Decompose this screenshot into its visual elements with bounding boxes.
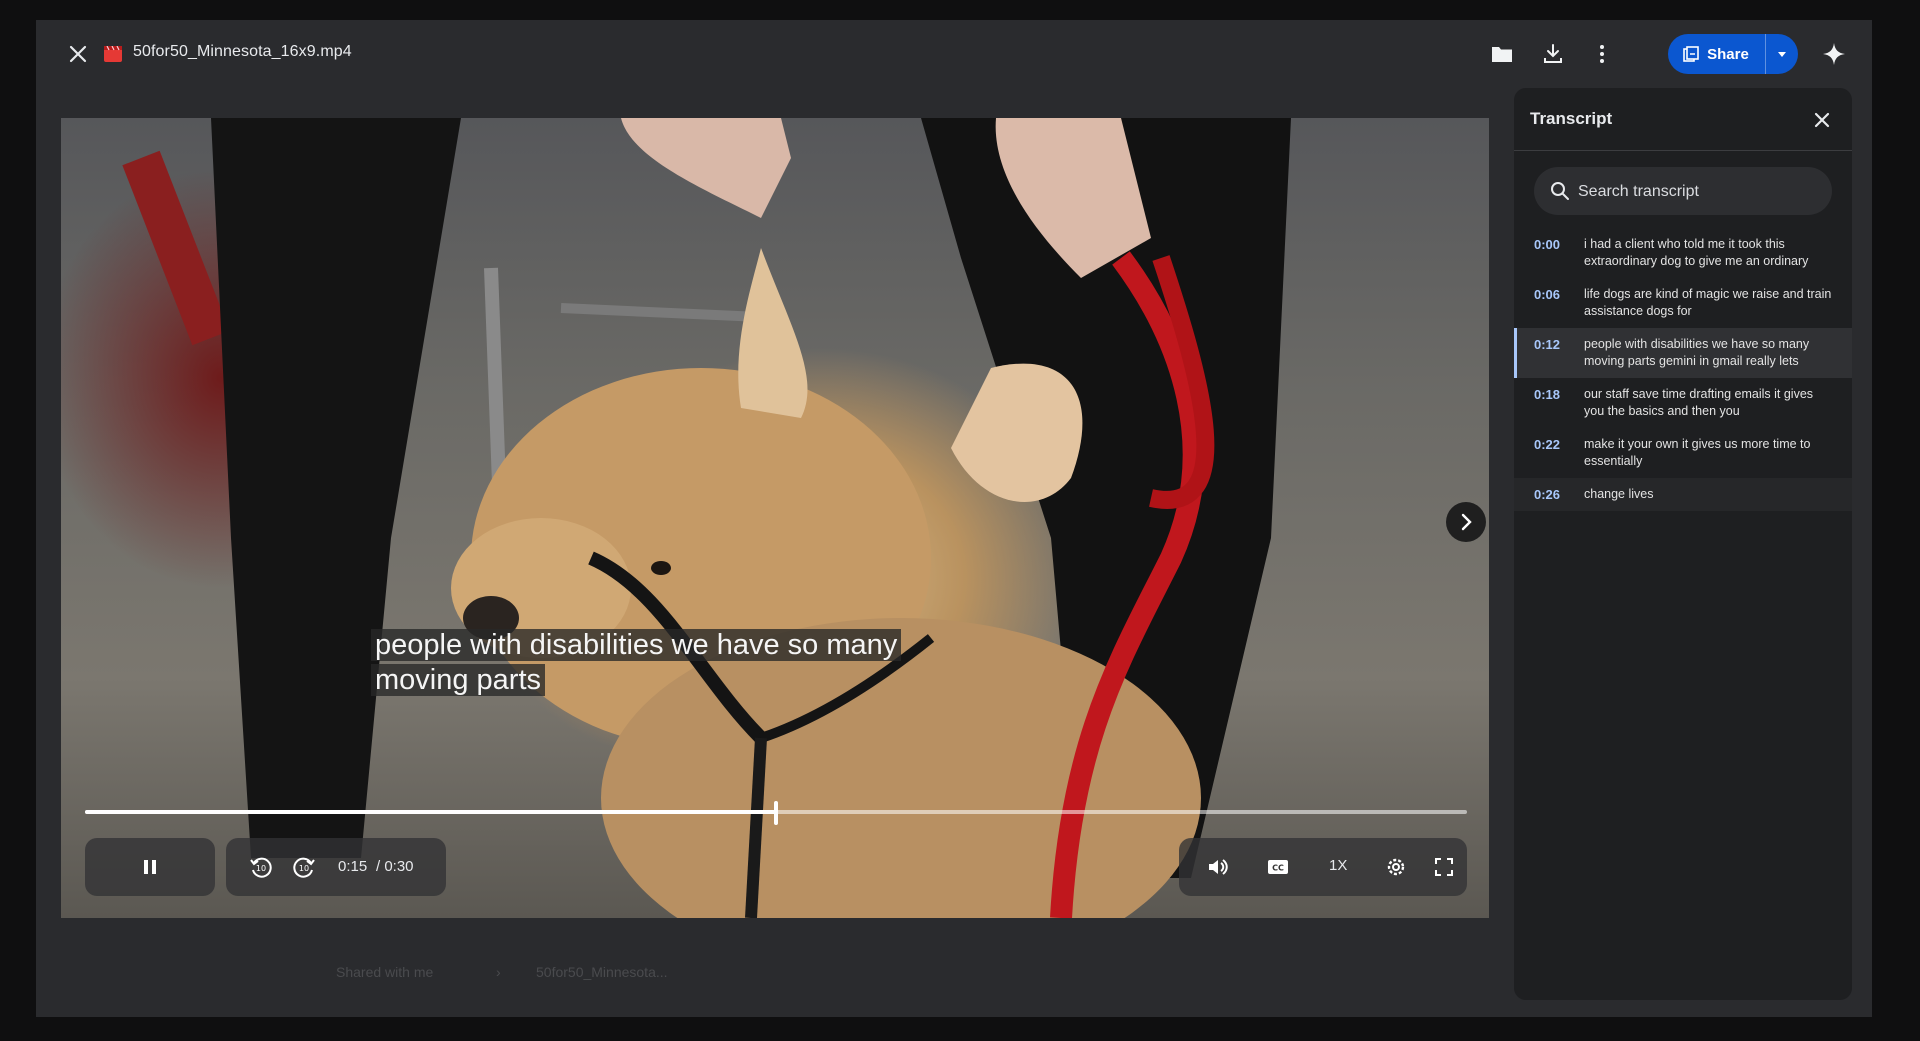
video-player[interactable]: people with disabilities we have so many… — [61, 118, 1489, 918]
pause-button[interactable] — [135, 852, 165, 882]
transcript-text: life dogs are kind of magic we raise and… — [1584, 287, 1832, 318]
breadcrumb-root: Shared with me — [336, 964, 434, 980]
transcript-timestamp[interactable]: 0:18 — [1534, 386, 1584, 420]
download-icon[interactable] — [1539, 40, 1567, 68]
transcript-entries: 0:00 i had a client who told me it took t… — [1514, 228, 1852, 511]
dropdown-arrow-icon — [1778, 52, 1786, 57]
transcript-search[interactable] — [1534, 167, 1832, 217]
forward-10-button[interactable]: 10 — [289, 852, 319, 882]
settings-controls: CC 1X — [1179, 838, 1467, 896]
current-time: 0:15 — [338, 858, 368, 875]
forward-10-icon: 10 — [293, 857, 315, 878]
transcript-entry[interactable]: 0:00 i had a client who told me it took t… — [1514, 228, 1852, 278]
transcript-entry[interactable]: 0:12 people with disabilities we have so … — [1514, 328, 1852, 378]
close-icon — [1814, 112, 1830, 128]
caption-line-1: people with disabilities we have so many — [371, 629, 902, 661]
breadcrumb-separator: › — [496, 964, 501, 980]
svg-text:CC: CC — [1272, 864, 1284, 873]
progress-thumb[interactable] — [774, 801, 778, 825]
pause-icon — [144, 860, 156, 874]
transcript-title: Transcript — [1530, 109, 1613, 128]
transcript-timestamp[interactable]: 0:00 — [1534, 236, 1584, 270]
drive-video-viewer: 50for50_Minnesota_16x9.mp4 Share people … — [36, 20, 1872, 1017]
playback-speed-button[interactable]: 1X — [1329, 857, 1347, 874]
transcript-timestamp[interactable]: 0:26 — [1534, 486, 1584, 503]
progress-fill — [85, 810, 776, 814]
rewind-10-icon: 10 — [250, 857, 272, 878]
transcript-panel: Transcript 0:00i had a client who told m… — [1514, 88, 1852, 1000]
share-button-group: Share — [1668, 34, 1798, 74]
transcript-entry[interactable]: 0:18 our staff save time drafting emails … — [1514, 378, 1852, 428]
video-frame-image — [122, 118, 1291, 918]
closed-captions-icon: CC — [1268, 860, 1288, 874]
more-vert-icon[interactable] — [1588, 40, 1616, 68]
chevron-right-icon — [1461, 513, 1472, 531]
duration: / 0:30 — [376, 858, 414, 875]
settings-button[interactable] — [1381, 852, 1411, 882]
transcript-search-input[interactable] — [1576, 167, 1820, 217]
breadcrumb-file: 50for50_Minnesota... — [536, 964, 668, 980]
seek-controls: 10 10 0:15 / 0:30 — [226, 838, 446, 896]
video-caption: people with disabilities we have so many… — [371, 628, 902, 698]
transcript-text: our staff save time drafting emails it g… — [1584, 387, 1814, 418]
captions-button[interactable]: CC — [1263, 852, 1293, 882]
viewer-top-bar: 50for50_Minnesota_16x9.mp4 Share — [36, 20, 1872, 88]
svg-text:10: 10 — [256, 864, 266, 873]
transcript-timestamp[interactable]: 0:12 — [1534, 336, 1584, 370]
transcript-timestamp[interactable]: 0:06 — [1534, 286, 1584, 320]
transcript-timestamp[interactable]: 0:22 — [1534, 436, 1584, 470]
divider — [1514, 150, 1852, 151]
transcript-text: i had a client who told me it took this … — [1584, 237, 1809, 268]
fullscreen-button[interactable] — [1429, 852, 1459, 882]
close-transcript-button[interactable] — [1808, 106, 1836, 134]
transcript-entry[interactable]: 0:26 change lives — [1514, 478, 1852, 511]
caption-line-2: moving parts — [371, 664, 546, 696]
play-controls — [85, 838, 215, 896]
volume-button[interactable] — [1203, 852, 1233, 882]
folder-icon[interactable] — [1488, 40, 1516, 68]
fullscreen-icon — [1435, 858, 1453, 876]
video-progress-bar[interactable] — [85, 801, 1467, 825]
search-icon — [1551, 182, 1569, 200]
share-dropdown-button[interactable] — [1765, 34, 1798, 74]
share-button[interactable]: Share — [1668, 34, 1764, 74]
transcript-entry[interactable]: 0:06 life dogs are kind of magic we raise… — [1514, 278, 1852, 328]
transcript-entry[interactable]: 0:22 make it your own it gives us more ti… — [1514, 428, 1852, 478]
transcript-text: change lives — [1584, 487, 1654, 501]
share-icon — [1683, 46, 1699, 62]
next-file-button[interactable] — [1446, 502, 1486, 542]
transcript-text: make it your own it gives us more time t… — [1584, 437, 1811, 468]
file-name: 50for50_Minnesota_16x9.mp4 — [133, 43, 352, 60]
close-icon[interactable] — [58, 34, 98, 74]
sparkle-icon[interactable] — [1820, 40, 1848, 68]
video-file-icon — [104, 45, 122, 62]
share-button-label: Share — [1707, 45, 1749, 63]
svg-text:10: 10 — [299, 864, 309, 873]
settings-icon — [1387, 858, 1405, 876]
rewind-10-button[interactable]: 10 — [246, 852, 276, 882]
volume-icon — [1209, 859, 1228, 875]
transcript-text: people with disabilities we have so many… — [1584, 337, 1810, 368]
